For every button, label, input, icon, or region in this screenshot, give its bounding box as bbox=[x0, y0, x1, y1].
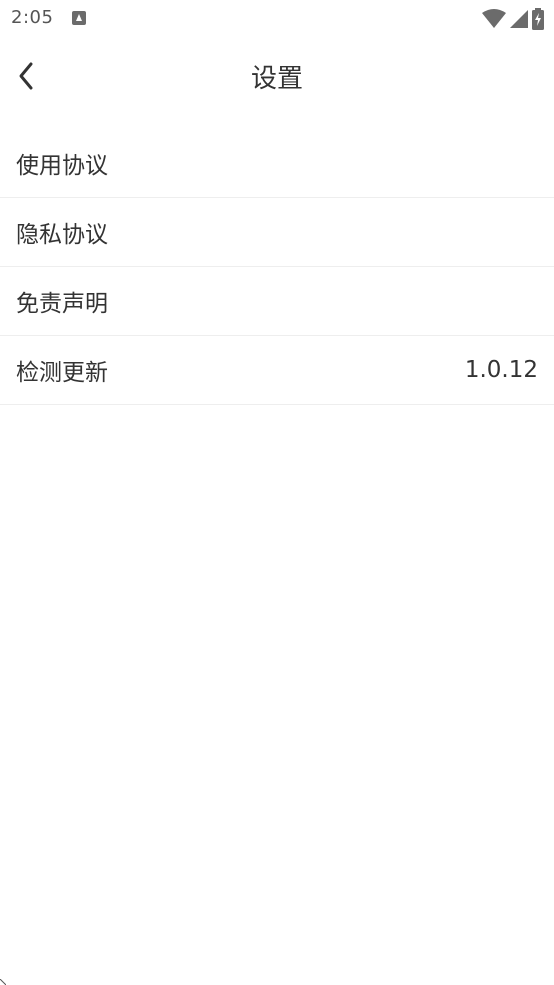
menu-item-disclaimer[interactable]: 免责声明 bbox=[0, 267, 554, 336]
text-a-icon bbox=[72, 11, 86, 25]
menu-item-label: 隐私协议 bbox=[16, 222, 108, 248]
menu-item-terms-of-use[interactable]: 使用协议 bbox=[0, 129, 554, 198]
menu-item-privacy-policy[interactable]: 隐私协议 bbox=[0, 198, 554, 267]
page-title: 设置 bbox=[250, 64, 303, 94]
status-icons bbox=[482, 7, 544, 31]
status-bar: 2:05 bbox=[0, 0, 554, 38]
settings-list: 使用协议 隐私协议 免责声明 检测更新 1.0.12 bbox=[0, 129, 554, 405]
menu-item-label: 免责声明 bbox=[16, 291, 108, 317]
battery-charging-icon bbox=[532, 8, 544, 30]
cell-signal-icon bbox=[510, 10, 528, 28]
menu-item-check-update[interactable]: 检测更新 1.0.12 bbox=[0, 336, 554, 405]
menu-item-label: 检测更新 bbox=[16, 360, 108, 386]
corner-mark-icon bbox=[0, 979, 6, 985]
app-version-value: 1.0.12 bbox=[464, 357, 538, 383]
header: 设置 bbox=[0, 38, 554, 114]
menu-item-label: 使用协议 bbox=[16, 153, 108, 179]
wifi-icon bbox=[482, 9, 506, 28]
status-time: 2:05 bbox=[11, 7, 54, 28]
